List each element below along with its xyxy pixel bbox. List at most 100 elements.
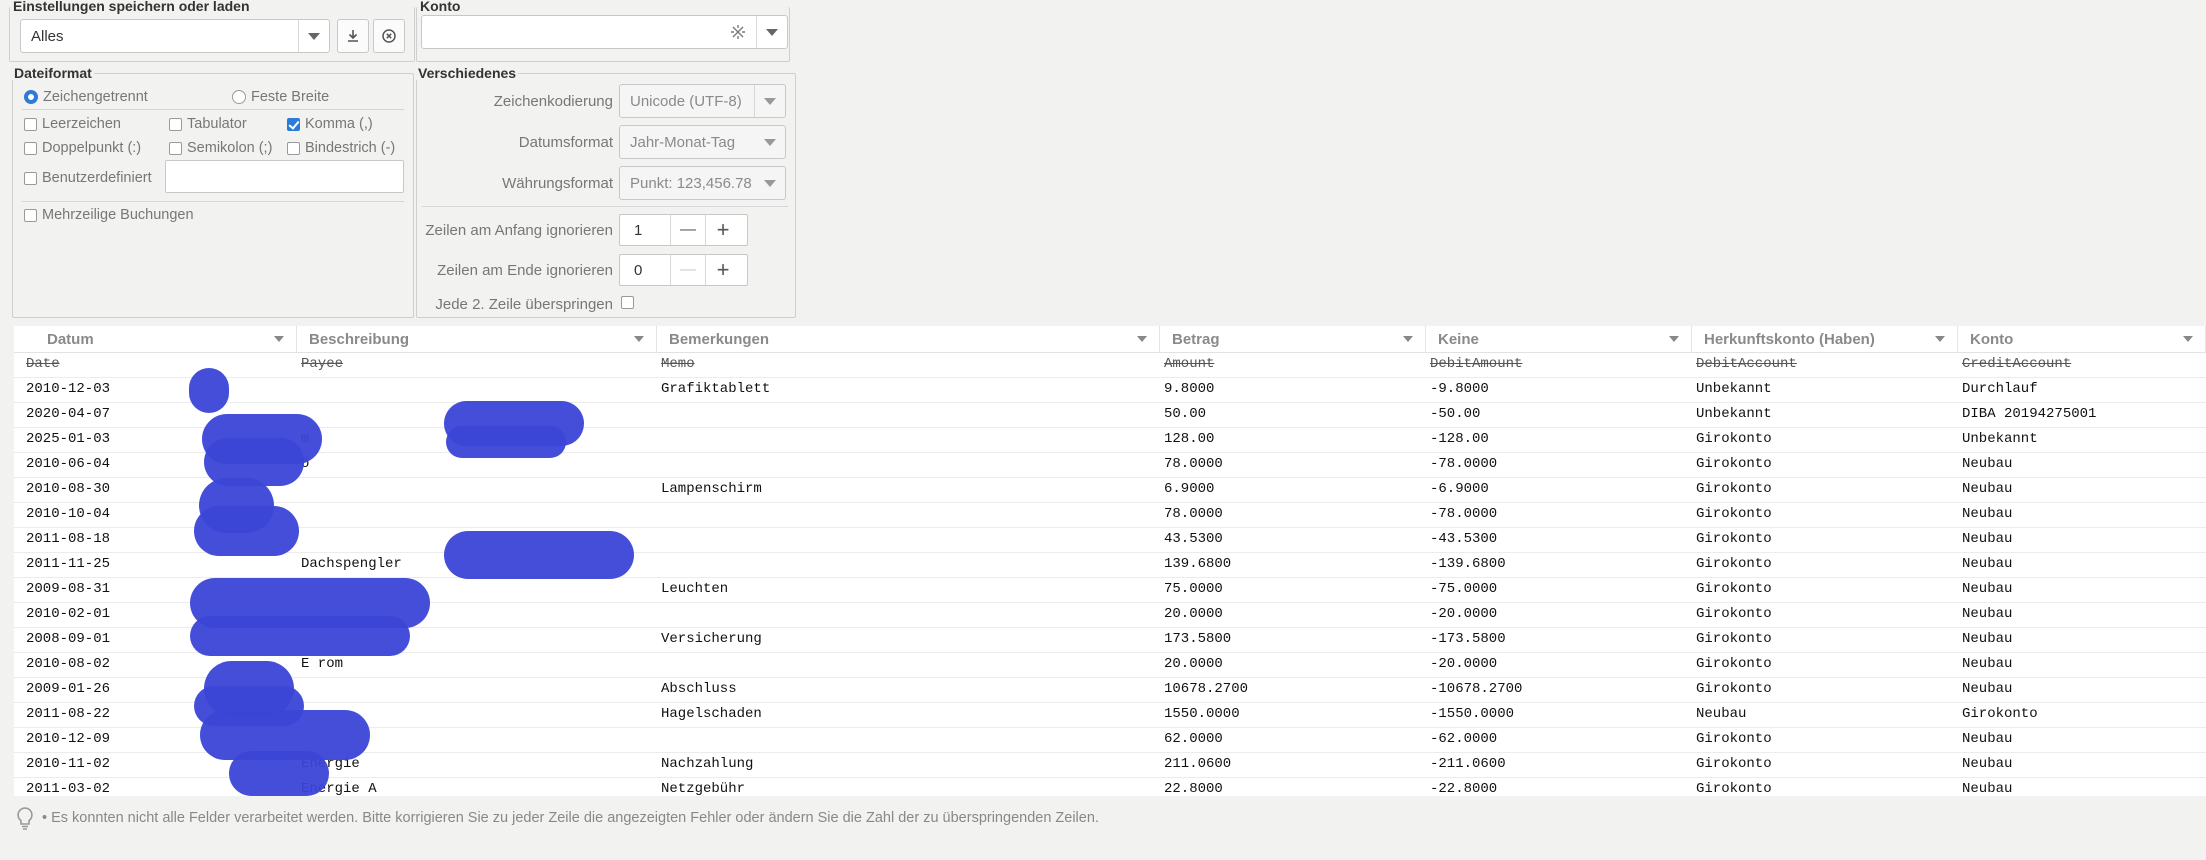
table-cell-konto: Neubau: [1962, 731, 2013, 747]
chevron-down-icon[interactable]: [1935, 336, 1945, 342]
checkbox-box[interactable]: [24, 208, 37, 222]
table-cell-konto: Neubau: [1962, 531, 2013, 547]
table-cell-herkunftskonto: DebitAccount: [1696, 356, 1797, 372]
table-cell-beschreibung: [301, 477, 653, 502]
checkbox-box[interactable]: [24, 171, 37, 185]
checkbox-colon[interactable]: Doppelpunkt (:): [24, 140, 141, 156]
custom-delimiter-input[interactable]: [165, 160, 404, 193]
table-cell-keine: -20.0000: [1430, 606, 1498, 622]
table-cell-herkunftskonto: Girokonto: [1696, 681, 1772, 697]
chevron-down-icon[interactable]: [1137, 336, 1147, 342]
table-cell-betrag: 78.0000: [1164, 456, 1223, 472]
checkbox-semicolon[interactable]: Semikolon (;): [169, 140, 272, 156]
table-header-data-row: Date Payee Memo Amount DebitAmount DebitAccou…: [14, 352, 2206, 378]
decrement-button[interactable]: —: [670, 255, 705, 285]
checkbox-box[interactable]: [24, 117, 37, 131]
radio-delimited[interactable]: Zeichengetrennt: [24, 89, 148, 105]
tools-icon[interactable]: [726, 24, 750, 40]
table-cell-herkunftskonto: Girokonto: [1696, 656, 1772, 672]
checkbox-tab[interactable]: Tabulator: [169, 116, 247, 132]
chevron-down-icon[interactable]: [2183, 336, 2193, 342]
date-format-value: Jahr-Monat-Tag: [630, 133, 736, 151]
checkbox-multiline-label: Mehrzeilige Buchungen: [42, 207, 194, 223]
table-cell-bemerkungen: [661, 552, 1156, 577]
chevron-down-icon[interactable]: [274, 336, 284, 342]
decrement-button[interactable]: —: [670, 215, 705, 245]
checkbox-space[interactable]: Leerzeichen: [24, 116, 121, 132]
skip-end-value[interactable]: 0: [620, 262, 670, 279]
table-cell-keine: DebitAmount: [1430, 356, 1523, 372]
divider: [22, 201, 404, 202]
konto-select[interactable]: [421, 15, 788, 49]
skip-start-stepper[interactable]: 1 — +: [619, 214, 748, 246]
dateiformat-legend: Dateiformat: [12, 65, 94, 81]
table-cell-datum: 2010-12-03: [26, 381, 111, 397]
column-header-betrag[interactable]: Betrag: [1160, 326, 1426, 352]
table-cell-herkunftskonto: Girokonto: [1696, 506, 1772, 522]
divider: [22, 109, 404, 110]
table-cell-konto: Girokonto: [1962, 706, 2038, 722]
table-cell-bemerkungen: Abschluss: [661, 681, 737, 697]
table-cell-herkunftskonto: Girokonto: [1696, 631, 1772, 647]
table-row: 2011-03-02 Energie A Netzgebühr 22.8000 -22.…: [14, 777, 2206, 796]
chevron-down-icon[interactable]: [755, 126, 785, 158]
download-icon: [348, 30, 358, 42]
table-cell-betrag: 1550.0000: [1164, 706, 1240, 722]
radio-indicator[interactable]: [232, 90, 246, 104]
table-cell-bemerkungen: [661, 727, 1156, 752]
checkbox-box[interactable]: [169, 117, 182, 131]
column-header-bemerkungen[interactable]: Bemerkungen: [657, 326, 1160, 352]
checkbox-dash-label: Bindestrich (-): [305, 140, 396, 156]
checkbox-box[interactable]: [169, 141, 182, 155]
chevron-down-icon[interactable]: [1669, 336, 1679, 342]
radio-indicator[interactable]: [24, 90, 38, 104]
every-second-checkbox[interactable]: [621, 296, 639, 313]
currency-format-select[interactable]: Punkt: 123,456.78: [619, 166, 786, 200]
table-cell-keine: -128.00: [1430, 431, 1489, 447]
table-cell-betrag: 20.0000: [1164, 656, 1223, 672]
circle-x-icon: [382, 29, 396, 43]
redaction-mark: [446, 426, 566, 458]
preset-select[interactable]: Alles: [20, 19, 330, 53]
checkbox-box[interactable]: [24, 141, 37, 155]
column-header-datum[interactable]: Datum: [14, 326, 297, 352]
column-header-konto[interactable]: Konto: [1958, 326, 2206, 352]
encoding-value: Unicode (UTF-8): [630, 92, 742, 110]
table-cell-bemerkungen: Grafiktablett: [661, 381, 771, 397]
column-header-beschreibung[interactable]: Beschreibung: [297, 326, 657, 352]
column-header-label: Betrag: [1172, 330, 1220, 348]
checkbox-multiline[interactable]: Mehrzeilige Buchungen: [24, 207, 194, 223]
table-cell-herkunftskonto: Girokonto: [1696, 606, 1772, 622]
chevron-down-icon[interactable]: [756, 16, 787, 48]
checkbox-dash[interactable]: Bindestrich (-): [287, 140, 395, 156]
chevron-down-icon[interactable]: [1403, 336, 1413, 342]
column-header-label: Bemerkungen: [669, 330, 770, 348]
skip-end-stepper[interactable]: 0 — +: [619, 254, 748, 286]
column-header-herkunftskonto[interactable]: Herkunftskonto (Haben): [1692, 326, 1958, 352]
table-cell-beschreibung: Energie A: [301, 781, 377, 796]
skip-start-value[interactable]: 1: [620, 222, 670, 239]
chevron-down-icon[interactable]: [754, 85, 785, 117]
checkbox-box[interactable]: [621, 296, 634, 309]
table-cell-herkunftskonto: Unbekannt: [1696, 381, 1772, 397]
radio-fixed[interactable]: Feste Breite: [232, 89, 329, 105]
checkbox-comma[interactable]: Komma (,): [287, 116, 373, 132]
checkbox-box[interactable]: [287, 141, 300, 155]
table-cell-keine: -78.0000: [1430, 506, 1498, 522]
table-cell-betrag: 128.00: [1164, 431, 1215, 447]
checkbox-custom[interactable]: Benutzerdefiniert: [24, 170, 152, 186]
increment-button[interactable]: +: [705, 255, 740, 285]
increment-button[interactable]: +: [705, 215, 740, 245]
clear-settings-button[interactable]: [373, 19, 405, 53]
preset-value: Alles: [31, 27, 64, 45]
save-settings-button[interactable]: [337, 19, 369, 53]
date-format-select[interactable]: Jahr-Monat-Tag: [619, 125, 786, 159]
table-row: 2011-08-18 43.5300 -43.5300 Girokonto Neubau: [14, 527, 2206, 553]
chevron-down-icon[interactable]: [634, 336, 644, 342]
table-cell-herkunftskonto: Girokonto: [1696, 756, 1772, 772]
chevron-down-icon[interactable]: [755, 167, 785, 199]
chevron-down-icon[interactable]: [298, 20, 329, 52]
column-header-keine[interactable]: Keine: [1426, 326, 1692, 352]
checkbox-box[interactable]: [287, 117, 300, 131]
encoding-select[interactable]: Unicode (UTF-8): [619, 84, 786, 118]
